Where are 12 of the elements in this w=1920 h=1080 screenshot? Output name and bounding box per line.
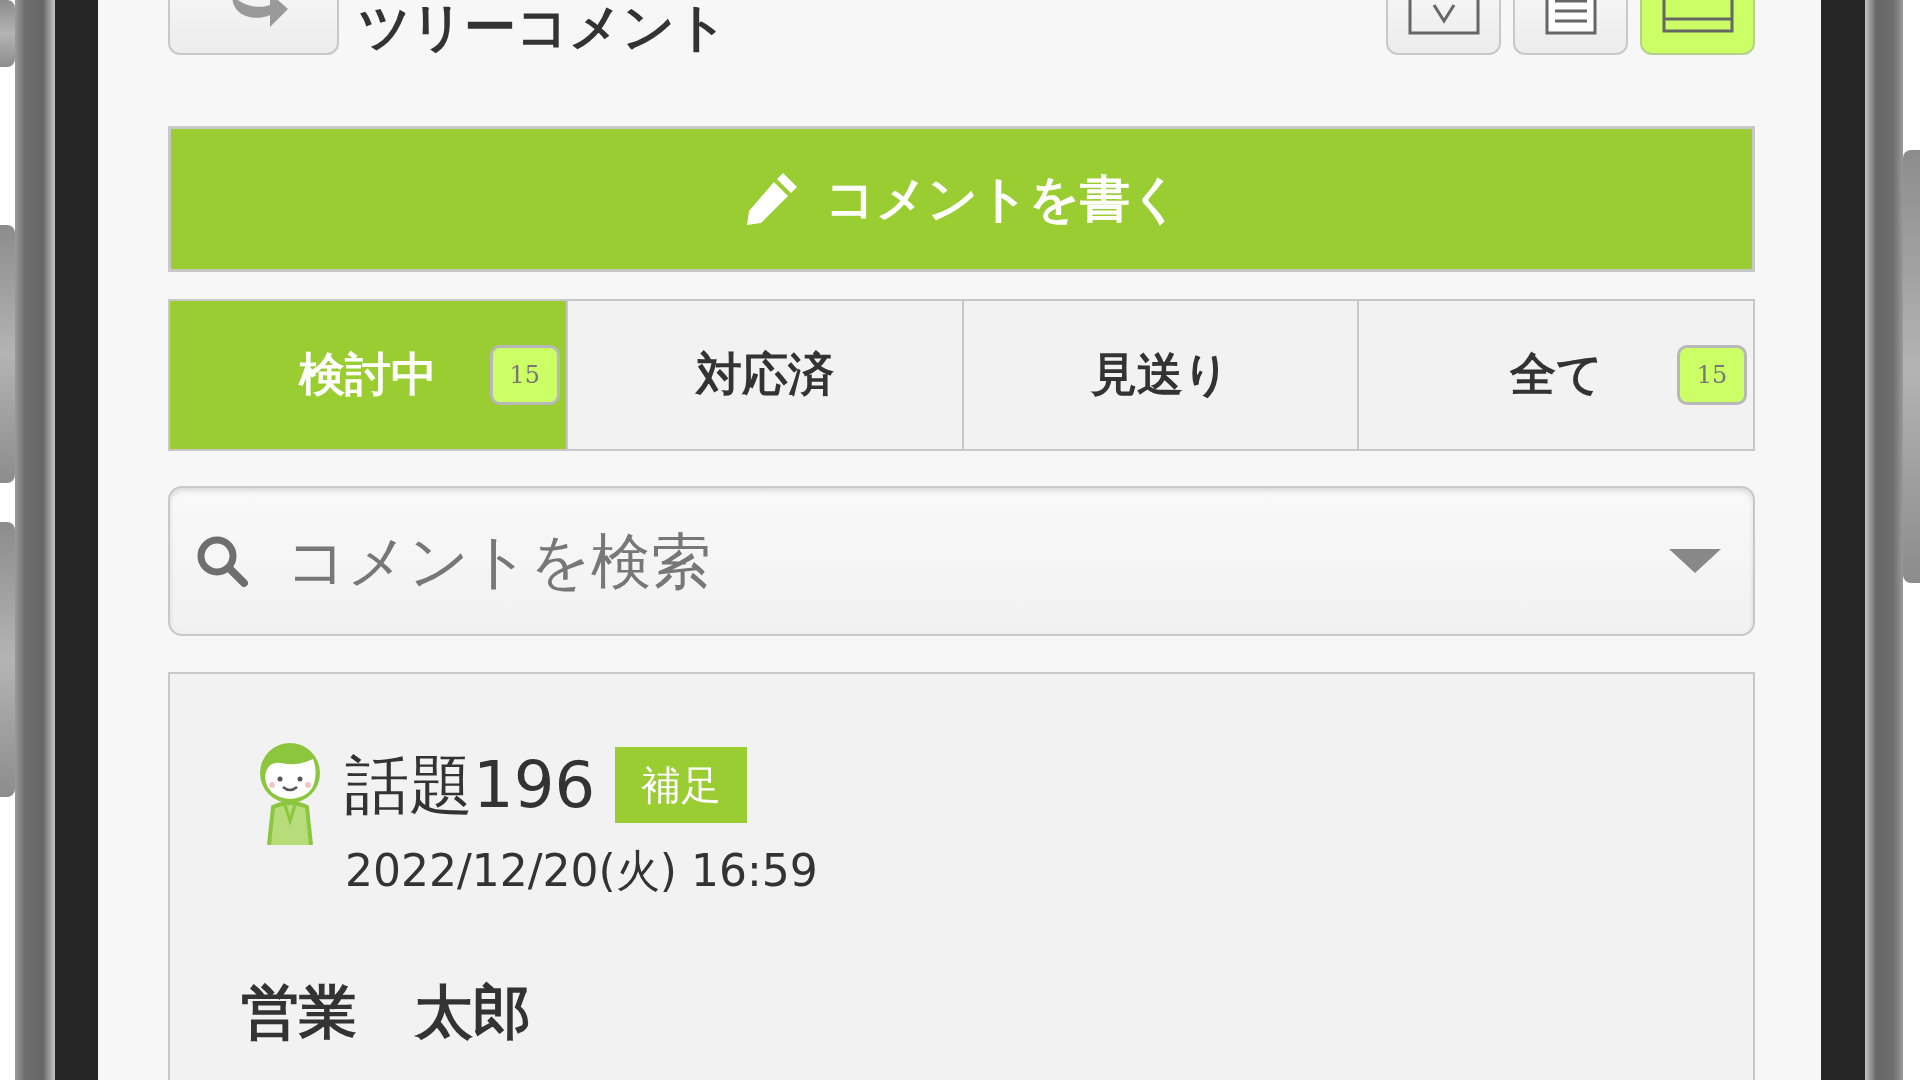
- side-key: [0, 0, 15, 67]
- search-field[interactable]: コメントを検索: [168, 486, 1755, 636]
- count-badge: 15: [1677, 345, 1747, 405]
- author-name: 営業 太郎: [241, 983, 531, 1041]
- caret-icon[interactable]: [1669, 549, 1721, 573]
- status-tab[interactable]: 検討中 15: [170, 301, 566, 449]
- avatar-icon: [257, 741, 323, 845]
- count-badge: 15: [489, 345, 560, 405]
- page-title: ツリーコメント: [358, 1, 728, 53]
- comment-title: 話題196: [345, 753, 596, 817]
- category-tag: 補足: [615, 747, 748, 823]
- comment-date: 2022/12/20(火) 16:59: [345, 849, 818, 893]
